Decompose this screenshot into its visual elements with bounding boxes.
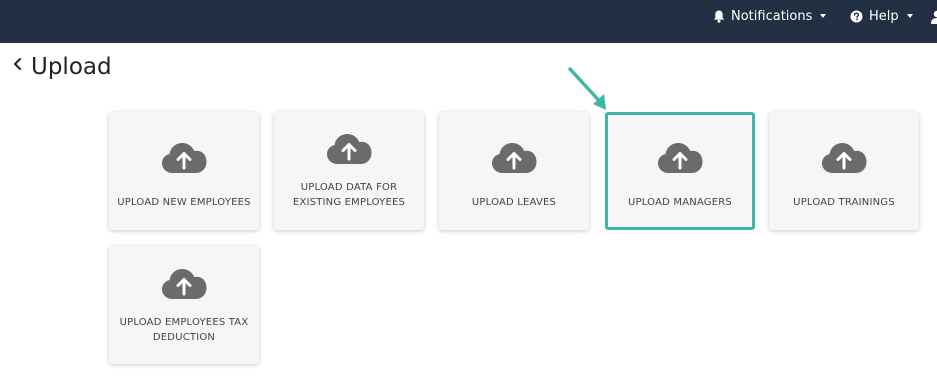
help-label: Help: [869, 8, 899, 24]
tile-label: UPLOAD DATA FOR EXISTING EMPLOYEES: [292, 182, 406, 208]
back-to-previous[interactable]: Upload: [12, 54, 112, 80]
page-title: Upload: [31, 54, 112, 80]
tile-label: UPLOAD TRAININGS: [793, 196, 895, 208]
help-menu[interactable]: Help: [850, 0, 913, 32]
tile-label: UPLOAD EMPLOYEES TAX DEDUCTION: [119, 317, 249, 343]
cloud-upload-icon: [492, 143, 537, 173]
question-circle-icon: [850, 10, 863, 22]
annotation-arrow: [568, 67, 606, 110]
upload-leaves-tile[interactable]: UPLOAD LEAVES: [439, 112, 589, 230]
bell-icon: [713, 10, 725, 23]
chevron-down-icon: [906, 14, 913, 18]
notifications-menu[interactable]: Notifications: [713, 0, 827, 32]
upload-new-employees-tile[interactable]: UPLOAD NEW EMPLOYEES: [109, 112, 259, 230]
tile-label: UPLOAD MANAGERS: [628, 196, 732, 208]
chevron-left-icon: [14, 58, 21, 70]
chevron-down-icon: [820, 14, 827, 18]
cloud-upload-icon: [327, 134, 372, 164]
upload-existing-employees-data-tile[interactable]: UPLOAD DATA FOR EXISTING EMPLOYEES: [274, 112, 424, 230]
cloud-upload-icon: [658, 143, 703, 173]
tile-label: UPLOAD NEW EMPLOYEES: [117, 196, 251, 208]
notifications-label: Notifications: [731, 8, 813, 24]
user-icon[interactable]: [930, 10, 937, 24]
cloud-upload-icon: [162, 269, 207, 299]
upload-trainings-tile[interactable]: UPLOAD TRAININGS: [769, 112, 919, 230]
cloud-upload-icon: [162, 143, 207, 173]
tile-label: UPLOAD LEAVES: [471, 196, 557, 208]
cloud-upload-icon: [822, 143, 867, 173]
top-navbar: Notifications Help: [0, 0, 937, 43]
upload-managers-tile[interactable]: UPLOAD MANAGERS: [605, 112, 755, 230]
upload-employees-tax-deduction-tile[interactable]: UPLOAD EMPLOYEES TAX DEDUCTION: [109, 246, 259, 364]
